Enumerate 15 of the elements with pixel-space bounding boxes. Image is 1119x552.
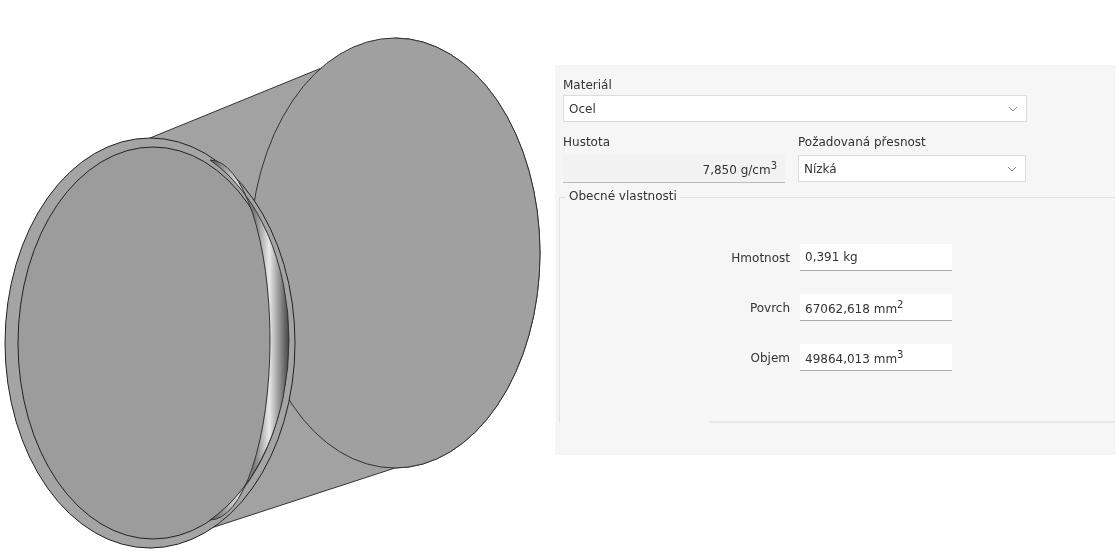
property-value-field[interactable]: 49864,013 mm$^{3}$: [800, 344, 952, 371]
property-value-field[interactable]: 67062,618 mm$^{2}$: [800, 294, 952, 321]
accuracy-dropdown[interactable]: Nízká: [798, 155, 1026, 182]
property-label: Objem: [750, 350, 790, 365]
material-dropdown[interactable]: Ocel: [563, 95, 1027, 122]
property-label: Hmotnost: [731, 250, 790, 265]
field-label: Materiál: [563, 77, 613, 94]
field-label: Požadovaná přesnost: [798, 134, 927, 151]
group-title: Obecné vlastnosti: [566, 189, 680, 203]
property-value-field[interactable]: 0,391 kg: [800, 244, 952, 271]
field-label: Hustota: [563, 134, 611, 151]
density-field: 7,850 g/cm$^{3}$: [563, 155, 785, 183]
chevron-down-icon: [1008, 105, 1018, 112]
chevron-down-icon: [1007, 165, 1017, 172]
property-label: Povrch: [749, 300, 790, 315]
